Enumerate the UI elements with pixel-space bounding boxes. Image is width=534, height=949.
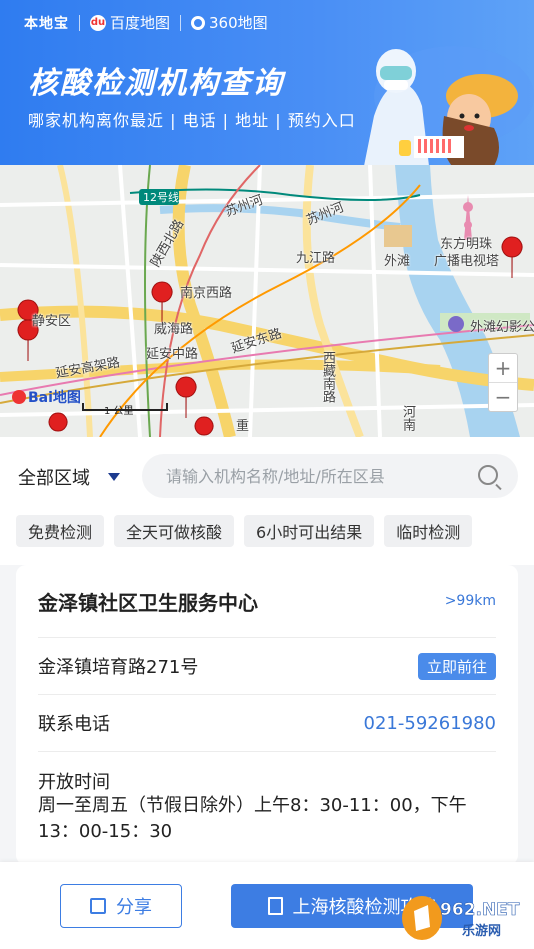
map-zoom-control: + − (488, 353, 518, 412)
page-title: 核酸检测机构查询 (28, 66, 284, 101)
search-input[interactable] (164, 465, 458, 487)
institution-name: 金泽镇社区卫生服务中心 (38, 590, 258, 615)
map-label-tv-tower: 广播电视塔 (434, 254, 500, 269)
map-label-weihai: 威海路 (154, 322, 194, 337)
chevron-down-icon (108, 473, 120, 481)
map-label-jingan: 静安区 (32, 314, 72, 329)
360-map-brand-label: 360地图 (209, 14, 268, 32)
divider (180, 14, 182, 31)
tag-free-test[interactable]: 免费检测 (16, 515, 105, 547)
baidu-map-brand: du 百度地图 (90, 12, 170, 33)
share-icon (90, 898, 106, 914)
header-banner: 本地宝 du 百度地图 360地图 核酸检测机构查询 哪家机构离你最近 | 电话… (0, 0, 534, 165)
map-scale-label: 1 公里 (104, 406, 134, 417)
map-label-bund: 外滩 (384, 254, 411, 269)
institution-address: 金泽镇培育路271号 (38, 657, 199, 678)
baidu-map-brand-label: 百度地图 (110, 14, 171, 32)
map-label-henan: 河南 (400, 405, 415, 431)
map-label-jiujiang: 九江路 (296, 251, 336, 266)
brand-row: 本地宝 du 百度地图 360地图 (24, 12, 268, 33)
opening-hours: 周一至周五（节假日除外）上午8：30-11：00，下午13：00-15：30 (38, 795, 467, 842)
filter-tags: 免费检测 全天可做核酸 6小时可出结果 临时检测 (0, 515, 534, 565)
map-label-xizang-south: 西藏南路 (320, 351, 335, 403)
baidu-map-logo-text: Bai地图 (28, 390, 81, 406)
divider (79, 14, 80, 31)
360-logo-icon (191, 15, 206, 30)
zoom-in-button[interactable]: + (489, 354, 517, 382)
watermark-text-bottom: 乐游网 (462, 923, 501, 939)
go-now-button[interactable]: 立即前往 (417, 652, 496, 680)
testing-illustration (364, 46, 534, 165)
address-row: 金泽镇培育路271号 立即前往 (38, 638, 496, 695)
tag-6-hour-result[interactable]: 6小时可出结果 (244, 515, 375, 547)
bendibao-logo: 本地宝 (24, 15, 69, 32)
region-dropdown[interactable]: 全部区域 (18, 464, 120, 490)
site-watermark: 962.NET 乐游网 (402, 896, 520, 940)
360-map-brand: 360地图 (191, 12, 268, 33)
map-label-bund-illusion: 外滩幻影公 (470, 320, 534, 335)
search-icon[interactable] (478, 465, 498, 485)
region-dropdown-label: 全部区域 (18, 468, 90, 489)
document-icon (267, 897, 283, 915)
zoom-out-button[interactable]: − (489, 382, 517, 411)
share-button-label: 分享 (116, 897, 152, 918)
hours-label: 开放时间 (38, 772, 110, 793)
phone-row: 联系电话 021-59261980 (38, 695, 496, 752)
tag-all-day[interactable]: 全天可做核酸 (114, 515, 235, 547)
baidu-logo-icon: du (90, 14, 106, 31)
distance-badge: >99km (444, 593, 496, 609)
map-view[interactable]: 静安区 延安高架路 延安中路 南京西路 威海路 延安东路 九江路 苏州河 苏州河… (0, 165, 534, 437)
tag-temporary-test[interactable]: 临时检测 (384, 515, 473, 547)
baidu-map-logo: Bai地图 (12, 387, 81, 407)
phone-number-link[interactable]: 021-59261980 (364, 713, 496, 734)
baidu-paw-icon (12, 390, 26, 404)
map-label-zhong: 重 (236, 419, 250, 434)
card-header-row: 金泽镇社区卫生服务中心 >99km (38, 565, 496, 638)
metro-line-12-badge: 12号线 (143, 191, 179, 204)
filter-bar: 全部区域 (0, 437, 534, 515)
map-label-nanjing-west: 南京西路 (180, 286, 233, 301)
share-button[interactable]: 分享 (60, 884, 182, 928)
phone-label: 联系电话 (38, 714, 110, 735)
watermark-text-top: 962.NET (440, 900, 520, 920)
result-card: 金泽镇社区卫生服务中心 >99km 金泽镇培育路271号 立即前往 联系电话 0… (16, 565, 518, 865)
map-label-yanan-mid: 延安中路 (146, 347, 199, 362)
page-subtitle: 哪家机构离你最近 | 电话 | 地址 | 预约入口 (28, 111, 356, 130)
search-box (142, 454, 518, 498)
